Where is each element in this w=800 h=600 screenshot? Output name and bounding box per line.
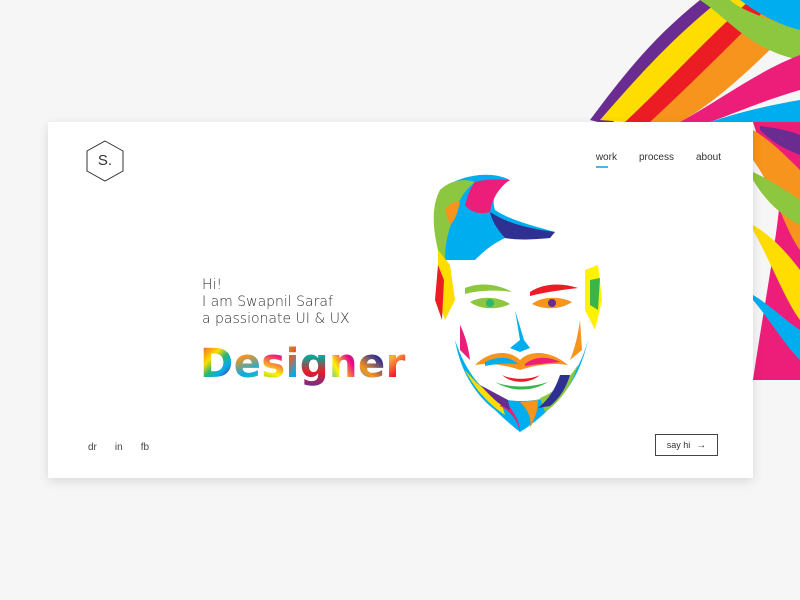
intro-text: Hi! I am Swapnil Saraf a passionate UI &… xyxy=(202,277,350,328)
social-link-dribbble[interactable]: dr xyxy=(88,442,97,453)
social-link-facebook[interactable]: fb xyxy=(141,442,149,453)
hero-card: S. work process about Hi! I am Swapnil S… xyxy=(48,122,753,478)
page: S. work process about Hi! I am Swapnil S… xyxy=(0,0,800,600)
main-nav: work process about xyxy=(595,152,721,168)
headline-letter: e xyxy=(233,341,262,387)
headline-letter: i xyxy=(285,341,300,387)
nav-item-about[interactable]: about xyxy=(696,152,721,168)
intro-line-name: I am Swapnil Saraf xyxy=(202,294,333,310)
headline-letter: e xyxy=(358,341,386,387)
portrait-illustration xyxy=(433,174,602,432)
nav-item-work[interactable]: work xyxy=(595,152,617,168)
say-hi-button[interactable]: say hi → xyxy=(655,434,718,456)
logo[interactable]: S. xyxy=(86,140,124,182)
intro-line-greeting: Hi! xyxy=(202,277,223,293)
social-links: dr in fb xyxy=(88,442,149,453)
intro-line-role: a passionate UI & UX xyxy=(202,311,350,327)
headline-letter: n xyxy=(329,341,358,387)
arrow-right-icon: → xyxy=(696,439,707,451)
headline-letter: D xyxy=(200,341,234,387)
logo-text: S. xyxy=(97,152,113,169)
social-link-linkedin[interactable]: in xyxy=(115,442,123,453)
headline-designer: Designer xyxy=(200,340,406,388)
say-hi-label: say hi xyxy=(666,440,691,450)
headline-letter: g xyxy=(299,341,330,387)
headline-letter: r xyxy=(385,341,406,387)
nav-item-process[interactable]: process xyxy=(639,152,674,168)
headline-letter: s xyxy=(261,341,286,387)
